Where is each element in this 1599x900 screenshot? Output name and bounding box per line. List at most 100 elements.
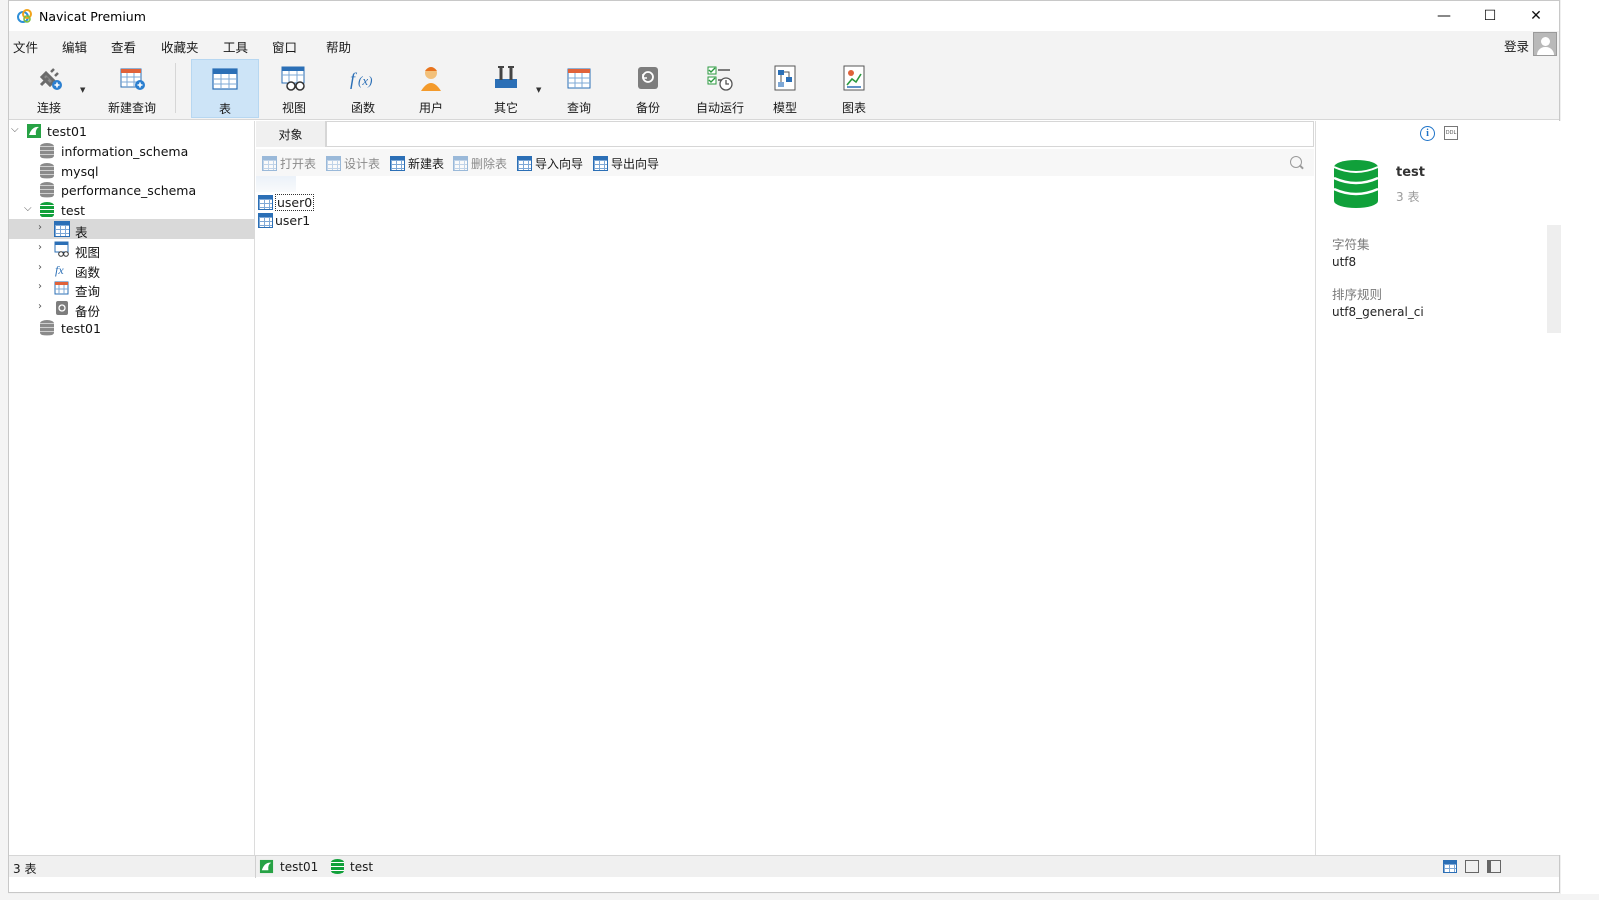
model-icon — [774, 65, 796, 91]
tree-db-test01[interactable]: test01 — [9, 318, 255, 338]
queries-button[interactable]: 查询 — [552, 59, 606, 118]
table-icon — [212, 68, 238, 90]
open-table-icon — [262, 155, 277, 171]
tree-item-views[interactable]: › 视图 — [9, 239, 255, 260]
connect-dropdown-icon[interactable]: ▼ — [80, 86, 85, 94]
menu-help[interactable]: 帮助 — [326, 37, 351, 56]
title-bar: Navicat Premium — ☐ ✕ — [9, 1, 1559, 31]
chevron-right-icon[interactable]: › — [38, 222, 42, 233]
navicat-window: Navicat Premium — ☐ ✕ 文件 编辑 查看 收藏夹 工具 窗口… — [8, 0, 1561, 893]
main-toolbar: 连接 ▼ 新建查询 表 视图 f (x) 函数 用户 其它 ▼ 查询 备份 自动… — [9, 57, 1559, 120]
tree-db-information-schema[interactable]: information_schema — [9, 141, 255, 161]
new-query-button[interactable]: 新建查询 — [95, 59, 169, 118]
collation-value: utf8_general_ci — [1332, 305, 1424, 319]
chevron-down-icon[interactable]: ⌵ — [24, 203, 32, 214]
menu-view[interactable]: 查看 — [111, 37, 136, 56]
tab-objects[interactable]: 对象 — [256, 121, 326, 147]
tree-connection-test01[interactable]: ⌵ test01 — [9, 121, 255, 141]
tree-db-test[interactable]: ⌵ test — [9, 200, 255, 220]
status-object-count: 3 表 — [13, 862, 37, 876]
charts-button[interactable]: 图表 — [827, 59, 881, 118]
design-table-icon — [326, 155, 341, 171]
import-wizard-button[interactable]: 导入向导 — [517, 154, 583, 172]
others-button[interactable]: 其它 — [479, 59, 533, 118]
export-icon — [593, 155, 608, 171]
chevron-right-icon[interactable]: › — [38, 242, 42, 253]
info-scrollbar[interactable] — [1547, 225, 1561, 333]
list-view-icon[interactable] — [1465, 860, 1479, 873]
tables-button[interactable]: 表 — [191, 59, 259, 118]
toolbar-label: 函数 — [350, 101, 375, 115]
tree-item-functions[interactable]: › fx 函数 — [9, 259, 255, 280]
database-icon — [331, 859, 344, 874]
tab-strip: 对象 — [256, 121, 1314, 147]
menu-edit[interactable]: 编辑 — [62, 37, 87, 56]
toolbar-label: 新建查询 — [107, 101, 156, 115]
new-table-button[interactable]: 新建表 — [390, 154, 444, 172]
backup-icon — [638, 67, 658, 89]
database-large-icon — [1333, 160, 1379, 208]
export-wizard-button[interactable]: 导出向导 — [593, 154, 659, 172]
menu-window[interactable]: 窗口 — [272, 37, 297, 56]
backup-button[interactable]: 备份 — [621, 59, 675, 118]
close-button[interactable]: ✕ — [1513, 1, 1559, 31]
connect-button[interactable]: 连接 — [23, 59, 75, 118]
tree-item-tables[interactable]: › 表 — [9, 219, 255, 240]
mysql-connection-icon — [27, 124, 41, 138]
toolbar-label: 连接 — [36, 101, 61, 115]
table-item-user1[interactable]: user1 — [258, 211, 310, 229]
tree-db-performance-schema[interactable]: performance_schema — [9, 180, 255, 200]
status-bar: 3 表 test01 test — [9, 855, 1559, 878]
model-button[interactable]: 模型 — [758, 59, 812, 118]
table-item-user0[interactable]: user0 — [258, 193, 315, 211]
delete-table-button[interactable]: 删除表 — [453, 154, 507, 172]
table-icon — [258, 212, 273, 228]
info-db-name: test — [1396, 165, 1425, 180]
tree-item-queries[interactable]: › 查询 — [9, 278, 255, 299]
automation-button[interactable]: 自动运行 — [689, 59, 751, 118]
info-pane: i DDL test 3 表 字符集 utf8 排序规则 utf8_genera… — [1315, 121, 1561, 855]
toolbar-label: 用户 — [418, 101, 443, 115]
toolbar-label: 图表 — [841, 101, 866, 115]
menu-file[interactable]: 文件 — [13, 37, 38, 56]
menu-favorites[interactable]: 收藏夹 — [161, 37, 199, 56]
users-button[interactable]: 用户 — [404, 59, 458, 118]
info-table-count: 3 表 — [1396, 190, 1420, 204]
chevron-right-icon[interactable]: › — [38, 262, 42, 273]
login-link[interactable]: 登录 — [1504, 36, 1529, 55]
tab-area — [326, 121, 1314, 146]
table-icon — [258, 194, 273, 210]
chevron-right-icon[interactable]: › — [38, 281, 42, 292]
tree-item-backups[interactable]: › 备份 — [9, 298, 255, 319]
chevron-down-icon[interactable]: ⌵ — [11, 124, 19, 135]
desktop-left-edge — [0, 0, 8, 900]
views-button[interactable]: 视图 — [267, 59, 321, 118]
open-table-button[interactable]: 打开表 — [262, 154, 316, 172]
functions-button[interactable]: f (x) 函数 — [336, 59, 390, 118]
grid-view-icon[interactable] — [1443, 860, 1457, 873]
others-dropdown-icon[interactable]: ▼ — [536, 86, 541, 94]
toolbar-label: 自动运行 — [695, 101, 744, 115]
collation-label: 排序规则 — [1332, 287, 1383, 302]
object-toolbar: 打开表 设计表 新建表 删除表 导入向导 导出向导 — [256, 149, 1314, 176]
info-icon[interactable]: i — [1420, 126, 1435, 141]
view-icon — [54, 241, 69, 257]
menu-tools[interactable]: 工具 — [223, 37, 248, 56]
tree-db-mysql[interactable]: mysql — [9, 161, 255, 181]
ddl-icon[interactable]: DDL — [1444, 126, 1458, 140]
user-avatar-icon[interactable] — [1533, 32, 1557, 56]
navicat-logo-icon — [17, 9, 32, 23]
design-table-button[interactable]: 设计表 — [326, 154, 380, 172]
chevron-right-icon[interactable]: › — [38, 301, 42, 312]
database-icon — [40, 320, 54, 336]
detail-view-icon[interactable] — [1487, 860, 1501, 873]
minimize-button[interactable]: — — [1421, 1, 1467, 31]
import-icon — [517, 155, 532, 171]
view-icon — [281, 66, 305, 91]
database-open-icon — [40, 202, 54, 218]
function-icon: f (x) — [350, 69, 372, 89]
tools-icon — [495, 66, 517, 88]
search-icon[interactable] — [1290, 156, 1302, 168]
database-icon — [40, 163, 54, 179]
maximize-button[interactable]: ☐ — [1467, 1, 1513, 31]
